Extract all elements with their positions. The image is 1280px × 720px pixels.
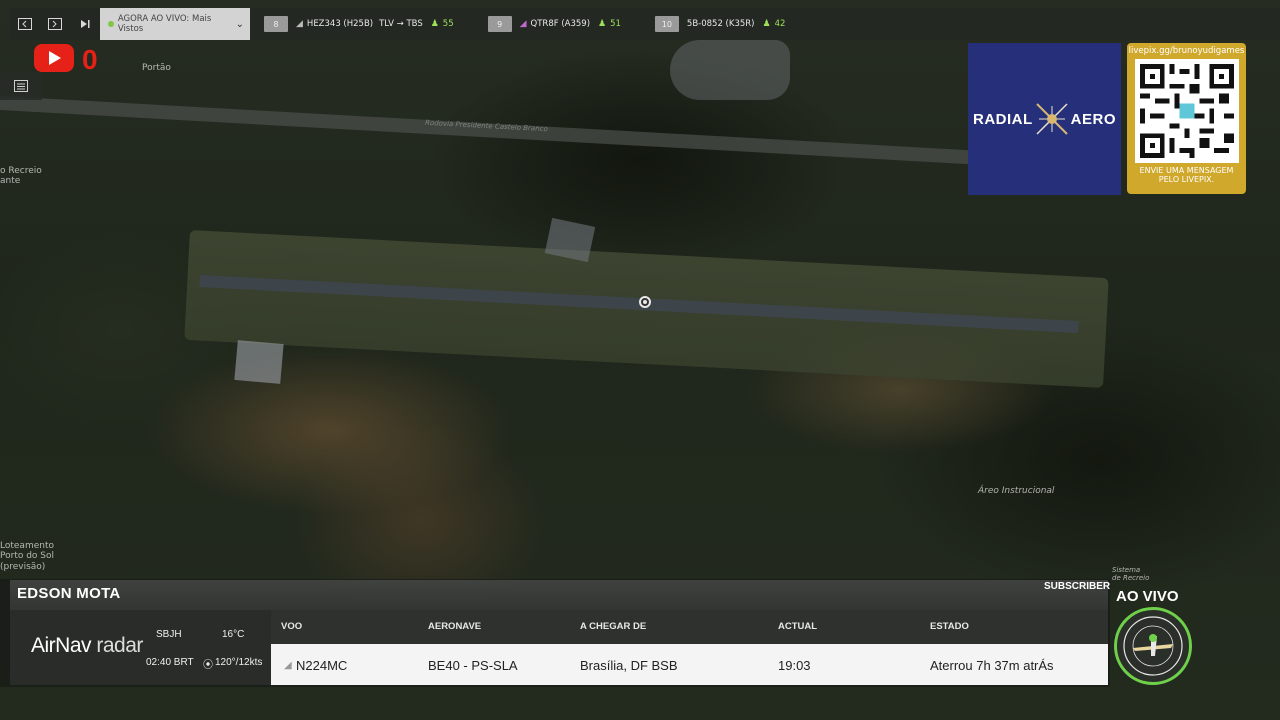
live-most-viewed-dropdown[interactable]: AGORA AO VIVO: Mais Vistos ⌄ [100, 8, 250, 40]
aircraft-location-pin-icon[interactable] [639, 296, 651, 308]
flight-table-header [271, 610, 1108, 644]
viewers-icon: ♟ [430, 19, 439, 29]
temperature: 16°C [222, 629, 245, 640]
cell-origem: Brasília, DF BSB [580, 658, 678, 673]
flight-callsign: HEZ343 (H25B) [306, 19, 374, 29]
building-cluster [670, 40, 790, 100]
cell-actual: 19:03 [778, 658, 811, 673]
local-time: 02:40 BRT [146, 657, 194, 668]
layers-button[interactable] [0, 72, 42, 100]
airnav-radar-logo: AirNav radar [31, 634, 143, 658]
cell-voo: N224MC [296, 658, 348, 673]
wind-value: 120°/12kts [215, 657, 263, 668]
radar-brand: radar [91, 634, 143, 657]
youtube-counter: 0 [82, 44, 98, 75]
airport-code: SBJH [156, 629, 182, 640]
skip-next-icon[interactable] [70, 8, 100, 40]
compass-star-icon [1035, 102, 1069, 136]
viewers-icon: ♟ [598, 19, 607, 29]
radial-text: RADIAL [972, 110, 1033, 128]
plane-icon: ◢ [284, 660, 292, 671]
livepix-url: livepix.gg/brunoyudigames [1128, 46, 1245, 56]
featured-flight-8[interactable]: 8 ◢ HEZ343 (H25B) TLV → TBS ♟ 55 [264, 8, 454, 40]
top-bar: AGORA AO VIVO: Mais Vistos ⌄ 8 ◢ HEZ343 … [10, 8, 1280, 40]
radial-aero-logo: RADIAL AERO [968, 43, 1121, 195]
viewer-count: 51 [610, 19, 621, 29]
livepix-message: ENVIE UMA MENSAGEM PELO LIVEPIX. [1139, 166, 1234, 185]
hangar [234, 340, 284, 384]
column-header-actual: ACTUAL [778, 621, 818, 632]
flight-rank: 10 [654, 16, 679, 32]
club-emblem-icon [1114, 607, 1192, 685]
featured-flight-10[interactable]: 10 5B-0852 (K35R) ♟ 42 [654, 8, 786, 40]
flight-route: TLV → TBS [379, 19, 423, 29]
airnav-brand: AirNav [31, 634, 92, 657]
cell-aeronave: BE40 - PS-SLA [428, 658, 518, 673]
flight-rank: 8 [264, 16, 288, 32]
collapse-sidebar-icon[interactable] [10, 8, 40, 40]
column-header-aeronave: AERONAVE [428, 621, 482, 632]
plane-icon: ◢ [296, 19, 303, 29]
highway [0, 96, 999, 166]
subscriber-label: SUBSCRIBER [1044, 581, 1111, 592]
flight-callsign: QTR8F (A359) [530, 19, 591, 29]
column-header-voo: VOO [281, 621, 303, 632]
viewer-count: 42 [774, 19, 786, 29]
viewer-count: 55 [442, 19, 454, 29]
youtube-icon [34, 44, 74, 72]
map-label-areo: Áreo Instrucional [978, 486, 1055, 496]
streamer-bar [10, 580, 1108, 610]
column-header-origem: A CHEGAR DE [580, 621, 647, 632]
wind-icon: ⦿ [203, 660, 213, 671]
map-label-sistema: Sistema de Recreio [1112, 566, 1150, 583]
aero-text: AERO [1070, 110, 1116, 128]
cell-estado: Aterrou 7h 37m atrÁs [930, 658, 1054, 673]
viewers-icon: ♟ [762, 19, 771, 29]
live-badge: AO VIVO [1116, 588, 1179, 605]
list-icon [14, 80, 28, 92]
map-label-recreio: o Recreio ante [0, 166, 42, 187]
flight-rank: 9 [487, 16, 512, 32]
livepix-qr-panel[interactable]: livepix.gg/brunoyudigames ENVIE UMA MENS… [1127, 43, 1246, 194]
map-label-loteamento: Loteamento Porto do Sol (previsão) [0, 541, 55, 572]
qr-code-icon [1134, 59, 1239, 163]
expand-panel-icon[interactable] [40, 8, 70, 40]
live-label: AGORA AO VIVO: Mais Vistos [117, 14, 212, 34]
live-indicator-icon [108, 21, 114, 27]
column-header-estado: ESTADO [930, 621, 969, 632]
featured-flight-9[interactable]: 9 ◢ QTR8F (A359) ♟ 51 [487, 8, 621, 40]
chevron-down-icon: ⌄ [235, 18, 244, 30]
streamer-name: EDSON MOTA [17, 585, 121, 602]
plane-icon: ◢ [519, 19, 527, 29]
map-label-portao: Portão [142, 63, 171, 73]
flight-callsign: 5B-0852 (K35R) [686, 19, 755, 29]
